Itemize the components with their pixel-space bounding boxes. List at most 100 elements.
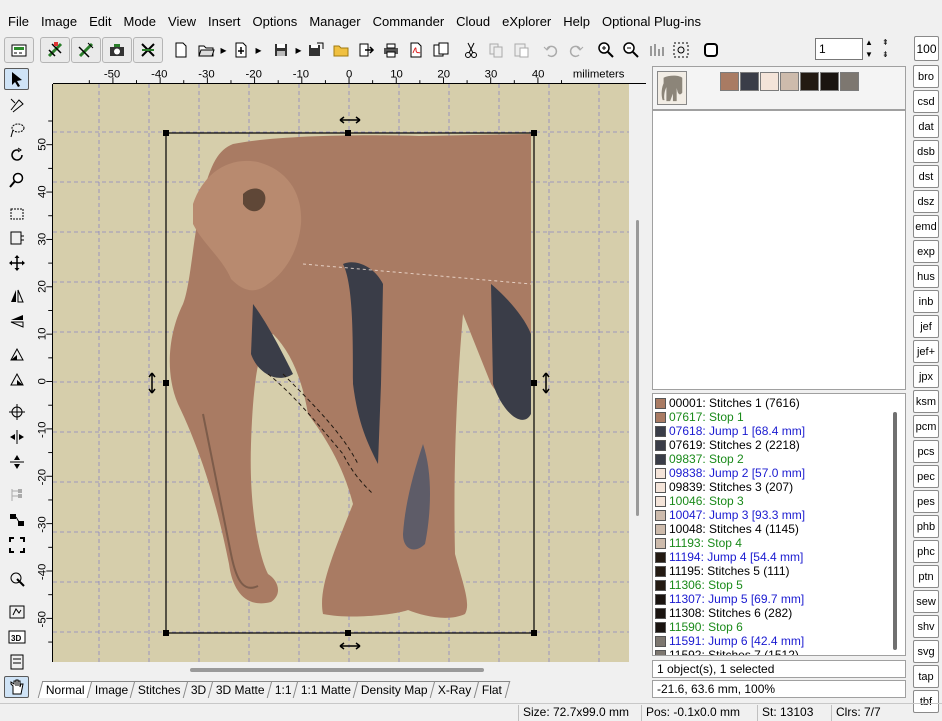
mirror-horizontal-icon[interactable] xyxy=(4,285,29,307)
ungroup-tool-icon[interactable] xyxy=(4,509,29,531)
thread-swatch[interactable] xyxy=(820,72,839,91)
freehand-select-icon[interactable] xyxy=(4,94,29,116)
menu-cloud[interactable]: Cloud xyxy=(450,11,496,33)
format-button-phb[interactable]: phb xyxy=(913,515,939,538)
actual-size-icon[interactable] xyxy=(644,38,668,62)
tab-x-ray[interactable]: X-Ray xyxy=(429,681,480,698)
design-canvas[interactable] xyxy=(53,84,629,662)
format-button-jpx[interactable]: jpx xyxy=(913,365,939,388)
3d-view-icon[interactable]: 3D xyxy=(4,626,29,648)
crop-tool-icon[interactable] xyxy=(4,227,29,249)
format-button-emd[interactable]: emd xyxy=(913,215,939,238)
format-button-shv[interactable]: shv xyxy=(913,615,939,638)
export-icon[interactable] xyxy=(354,38,378,62)
format-button-pes[interactable]: pes xyxy=(913,490,939,513)
print-icon[interactable] xyxy=(379,38,403,62)
menu-view[interactable]: View xyxy=(162,11,202,33)
stitch-list-item[interactable]: 11590: Stop 6 xyxy=(655,620,891,634)
format-button-dsz[interactable]: dsz xyxy=(913,190,939,213)
skew-right-icon[interactable] xyxy=(4,368,29,390)
redo-icon[interactable] xyxy=(564,38,588,62)
elephant-embroidery[interactable] xyxy=(169,134,532,618)
stitch-list-item[interactable]: 11194: Jump 4 [54.4 mm] xyxy=(655,550,891,564)
hundred-button[interactable]: 100 xyxy=(914,36,939,61)
select-tool-icon[interactable] xyxy=(4,68,29,90)
format-button-sew[interactable]: sew xyxy=(913,590,939,613)
tab-density-map[interactable]: Density Map xyxy=(353,681,437,698)
menu-optional-plug-ins[interactable]: Optional Plug-ins xyxy=(596,11,707,33)
stitch-number-input[interactable] xyxy=(815,38,863,60)
format-button-exp[interactable]: exp xyxy=(913,240,939,263)
fit-to-hoop-icon[interactable] xyxy=(4,534,29,556)
design-thumbnail[interactable] xyxy=(657,71,687,105)
spin-down-icon[interactable]: ▼ xyxy=(865,50,877,60)
save-dropdown-arrow-icon[interactable]: ▸ xyxy=(294,38,303,62)
rotate-tool-icon[interactable] xyxy=(4,144,29,166)
rectangle-select-icon[interactable] xyxy=(4,203,29,225)
stitch-list-panel[interactable]: 00001: Stitches 1 (7616) 07617: Stop 1 076… xyxy=(652,393,906,656)
tab-flat[interactable]: Flat xyxy=(473,681,510,698)
format-button-ksm[interactable]: ksm xyxy=(913,390,939,413)
format-button-dst[interactable]: dst xyxy=(913,165,939,188)
import-icon[interactable] xyxy=(229,38,253,62)
zoom-fit-icon[interactable] xyxy=(669,38,693,62)
menu-help[interactable]: Help xyxy=(557,11,596,33)
stitch-list-item[interactable]: 10046: Stop 3 xyxy=(655,494,891,508)
edit-stitches-icon[interactable] xyxy=(4,601,29,623)
stitch-list-item[interactable]: 09838: Jump 2 [57.0 mm] xyxy=(655,466,891,480)
stitch-list-item[interactable]: 11592: Stitches 7 (1512) xyxy=(655,648,891,655)
thread-swatch[interactable] xyxy=(760,72,779,91)
tab-stitches[interactable]: Stitches xyxy=(129,681,189,698)
new-document-icon[interactable] xyxy=(169,38,193,62)
zoom-in-icon[interactable] xyxy=(594,38,618,62)
stitch-list-item[interactable]: 07617: Stop 1 xyxy=(655,410,891,424)
open-folder-icon[interactable] xyxy=(194,38,218,62)
stitch-list-item[interactable]: 11306: Stop 5 xyxy=(655,578,891,592)
copy-icon[interactable] xyxy=(484,38,508,62)
format-button-csd[interactable]: csd xyxy=(913,90,939,113)
undo-icon[interactable] xyxy=(539,38,563,62)
menu-image[interactable]: Image xyxy=(35,11,83,33)
center-tool-icon[interactable] xyxy=(4,401,29,423)
format-button-tap[interactable]: tap xyxy=(913,665,939,688)
new-design-wizard-button[interactable] xyxy=(4,37,34,63)
thread-swatch[interactable] xyxy=(740,72,759,91)
paste-icon[interactable] xyxy=(509,38,533,62)
menu-options[interactable]: Options xyxy=(247,11,304,33)
thread-swatch[interactable] xyxy=(840,72,859,91)
stitch-list-item[interactable]: 11195: Stitches 5 (111) xyxy=(655,564,891,578)
format-button-dsb[interactable]: dsb xyxy=(913,140,939,163)
stitch-list-item[interactable]: 07619: Stitches 2 (2218) xyxy=(655,438,891,452)
menu-manager[interactable]: Manager xyxy=(303,11,366,33)
spin-up-icon[interactable]: ▲ xyxy=(865,38,877,48)
explorer-folder-icon[interactable] xyxy=(329,38,353,62)
stitch-list-scrollbar[interactable] xyxy=(893,412,897,650)
menu-insert[interactable]: Insert xyxy=(202,11,247,33)
stitch-list-item[interactable]: 11308: Stitches 6 (282) xyxy=(655,606,891,620)
format-button-jef[interactable]: jef xyxy=(913,315,939,338)
thread-swatch[interactable] xyxy=(780,72,799,91)
menu-explorer[interactable]: eXplorer xyxy=(496,11,557,33)
cut-icon[interactable] xyxy=(459,38,483,62)
save-icon[interactable] xyxy=(269,38,293,62)
stitch-list-item[interactable]: 10048: Stitches 4 (1145) xyxy=(655,522,891,536)
tab-normal[interactable]: Normal xyxy=(37,681,93,698)
menu-edit[interactable]: Edit xyxy=(83,11,117,33)
menu-commander[interactable]: Commander xyxy=(367,11,451,33)
format-button-bro[interactable]: bro xyxy=(913,65,939,88)
hoop-tool-icon[interactable] xyxy=(4,651,29,673)
stitch-list-item[interactable]: 09839: Stitches 3 (207) xyxy=(655,480,891,494)
format-button-pcm[interactable]: pcm xyxy=(913,415,939,438)
format-button-phc[interactable]: phc xyxy=(913,540,939,563)
thread-swatch[interactable] xyxy=(720,72,739,91)
align-vertical-icon[interactable] xyxy=(4,451,29,473)
format-button-dat[interactable]: dat xyxy=(913,115,939,138)
vertical-scrollbar[interactable] xyxy=(636,220,639,516)
menu-file[interactable]: File xyxy=(2,11,35,33)
step-down-icon[interactable]: ⇟ xyxy=(882,50,894,60)
format-button-pcs[interactable]: pcs xyxy=(913,440,939,463)
stitch-list-item[interactable]: 11193: Stop 4 xyxy=(655,536,891,550)
zoom-out-icon[interactable] xyxy=(619,38,643,62)
stitch-list-item[interactable]: 11307: Jump 5 [69.7 mm] xyxy=(655,592,891,606)
format-button-pec[interactable]: pec xyxy=(913,465,939,488)
